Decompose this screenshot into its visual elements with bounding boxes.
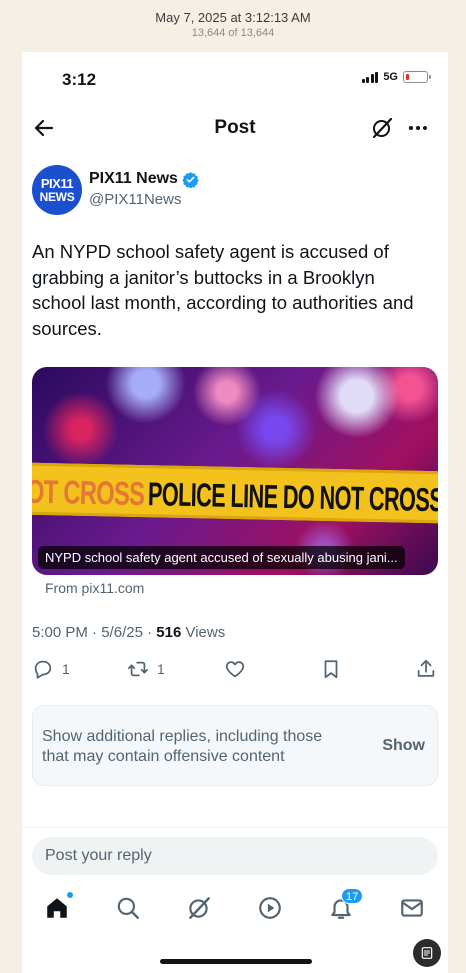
compose-fab[interactable] [413, 939, 441, 967]
heart-icon [225, 661, 245, 678]
author-handle[interactable]: @PIX11News [89, 191, 181, 208]
tape-main-text: POLICE LINE DO NOT CROSS [147, 475, 438, 519]
link-card-caption: NYPD school safety agent accused of sexu… [38, 546, 405, 569]
reply-count: 1 [62, 661, 70, 677]
police-tape: OT CROSS POLICE LINE DO NOT CROSS [32, 462, 438, 524]
tape-faded-text: OT CROSS [32, 472, 145, 513]
nav-messages[interactable] [399, 895, 425, 921]
home-indicator [160, 959, 312, 964]
nav-grok[interactable] [186, 895, 212, 921]
bookmark-icon [324, 660, 338, 679]
post-header: Post [22, 108, 448, 148]
author-name-label: PIX11 News [89, 170, 178, 187]
additional-replies-notice: Show additional replies, including those… [32, 705, 438, 786]
like-button[interactable] [224, 658, 246, 680]
author-name[interactable]: PIX11 News [89, 170, 199, 188]
verified-badge-icon [182, 171, 199, 188]
nav-video[interactable] [257, 895, 283, 921]
document-icon [421, 947, 433, 959]
nav-search[interactable] [115, 895, 141, 921]
repost-button[interactable]: 1 [127, 658, 165, 680]
network-label: 5G [383, 71, 398, 83]
divider [22, 827, 448, 828]
phone-screen: 3:12 5G Post PIX11 NEWS PIX11 News @PIX1… [22, 52, 448, 973]
bookmark-button[interactable] [320, 658, 342, 680]
repost-icon [127, 661, 149, 677]
battery-icon [403, 71, 431, 83]
signal-icon [361, 71, 379, 83]
link-source[interactable]: From pix11.com [45, 580, 144, 596]
nav-notifications[interactable]: 17 [328, 888, 364, 921]
screenshot-date: May 7, 2025 at 3:12:13 AM [155, 10, 311, 25]
home-icon [47, 898, 67, 918]
repost-count: 1 [157, 661, 165, 677]
grok-icon [189, 897, 210, 919]
status-time: 3:12 [62, 70, 97, 89]
additional-replies-text: Show additional replies, including those… [42, 728, 323, 765]
views-count: 516 [156, 624, 182, 641]
reply-button[interactable]: 1 [32, 658, 70, 680]
battery-level [405, 73, 409, 80]
video-play-icon [259, 897, 281, 919]
screenshot-count: 13,644 of 13,644 [191, 27, 275, 39]
share-button[interactable] [415, 658, 437, 680]
status-icons: 5G [361, 71, 431, 83]
mail-icon [401, 899, 423, 917]
reply-input[interactable] [32, 837, 438, 875]
post-date[interactable]: 5/6/25 [101, 624, 143, 641]
share-icon [417, 659, 435, 677]
avatar-logo-line2: NEWS [39, 189, 75, 204]
search-icon [117, 897, 139, 919]
nav-home[interactable] [44, 892, 73, 921]
show-replies-button[interactable]: Show [382, 737, 425, 755]
action-bar: 1 1 [22, 656, 448, 684]
views-label: Views [185, 624, 226, 641]
avatar[interactable]: PIX11 NEWS [32, 165, 82, 215]
link-card-image[interactable]: OT CROSS POLICE LINE DO NOT CROSS NYPD s… [32, 367, 438, 575]
post-meta: 5:00 PM · 5/6/25 · 516 Views [32, 624, 226, 641]
post-time[interactable]: 5:00 PM [32, 624, 88, 641]
bottom-nav: 17 [22, 888, 448, 925]
more-horizontal-icon[interactable] [406, 116, 430, 140]
avatar-logo-line1: PIX11 [40, 175, 74, 191]
home-notification-dot [67, 892, 73, 898]
reply-icon [34, 660, 52, 679]
grok-icon[interactable] [370, 116, 394, 140]
screenshot-banner: May 7, 2025 at 3:12:13 AM 13,644 of 13,6… [0, 0, 466, 52]
post-text: An NYPD school safety agent is accused o… [32, 241, 414, 339]
notifications-badge: 17 [341, 888, 364, 904]
